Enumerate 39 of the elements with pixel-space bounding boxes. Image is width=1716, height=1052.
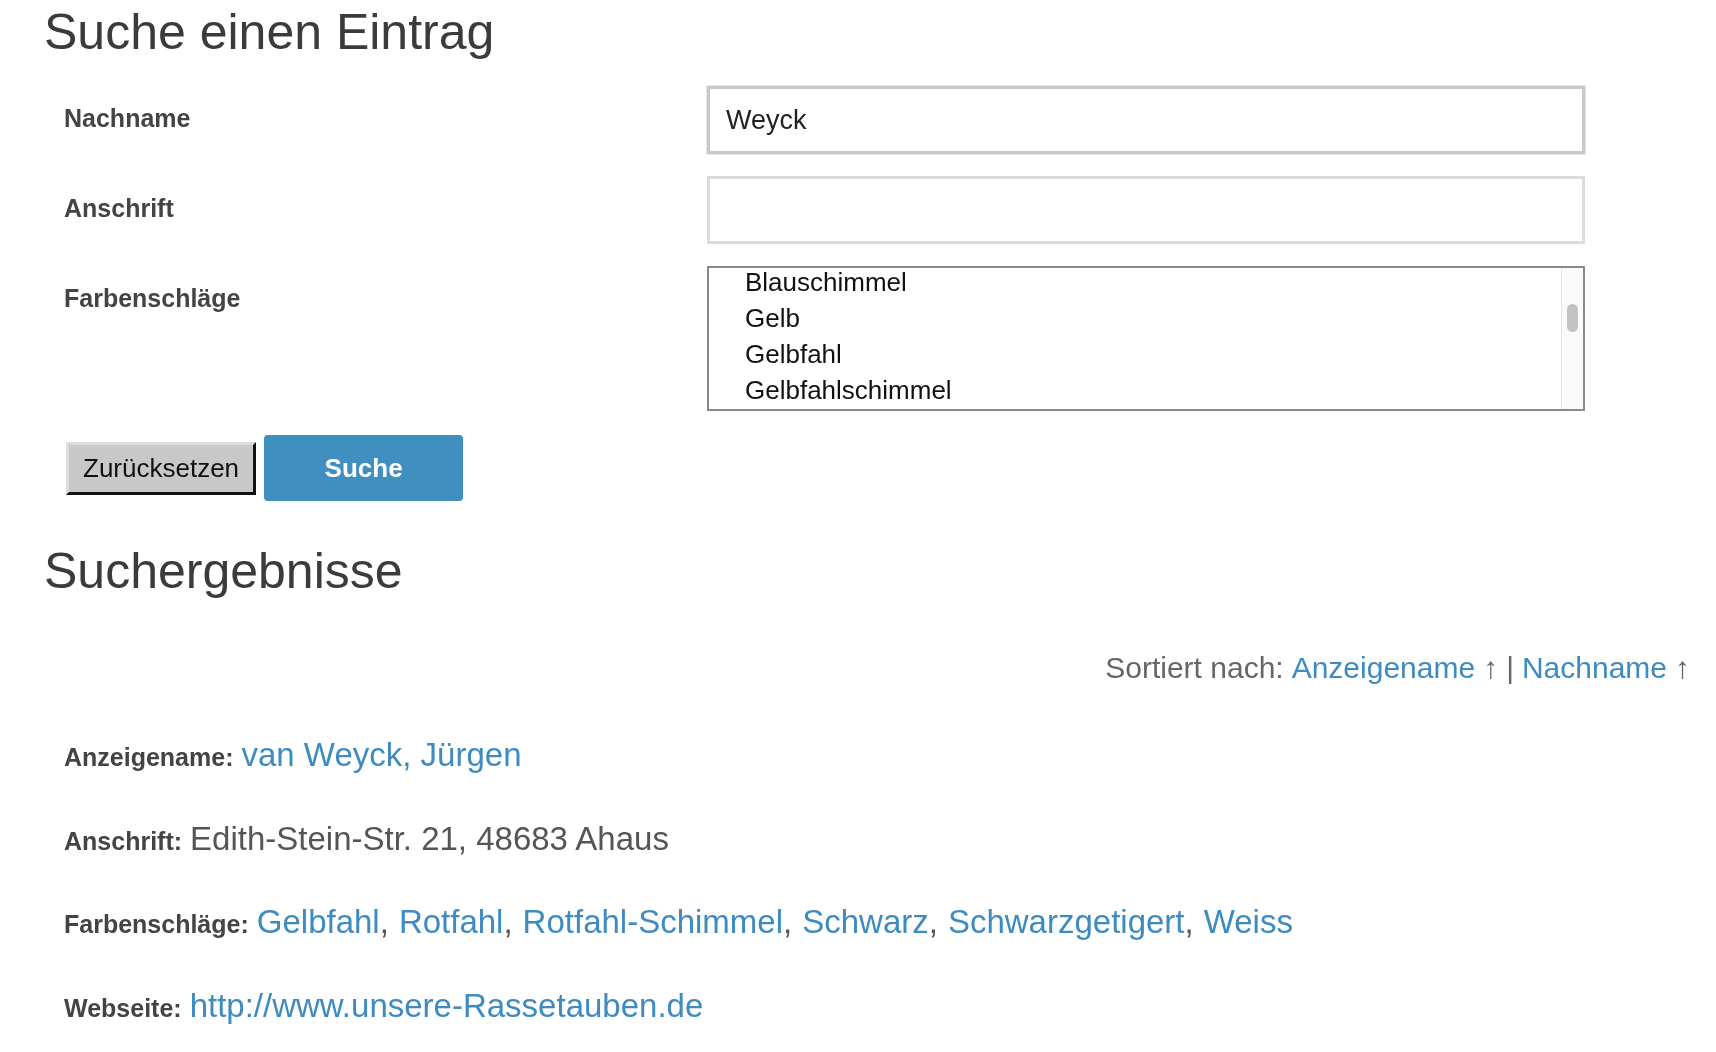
input-field[interactable] [707,176,1585,244]
sort-link[interactable]: Nachname [1521,645,1667,690]
color-link[interactable]: Rotfahl-Schimmel [522,897,784,947]
comma: , [783,902,793,942]
field-label: Anschrift [63,193,175,224]
color-link[interactable]: Schwarzgetigert [947,897,1185,947]
comma: , [379,902,389,942]
section-title: Suchergebnisse [44,542,404,601]
scrollbar-thumb[interactable] [1567,304,1578,332]
color-link[interactable]: Weiss [1203,897,1293,947]
result-label: Farbenschläge: [64,909,249,940]
field-label: Nachname [63,103,192,134]
comma: , [1184,902,1194,942]
input-field[interactable]: Weyck [707,86,1585,154]
separator: | [1506,650,1514,686]
color-link[interactable]: Schwarz [802,897,929,947]
color-link[interactable]: Rotfahl [398,897,504,947]
search-button[interactable]: Suche [264,435,464,501]
listbox-option[interactable]: Blauschimmel [745,268,1561,300]
result-link[interactable]: van Weyck, Jürgen [241,730,522,780]
field-label: Farbenschläge [63,283,242,314]
comma: , [503,902,513,942]
result-label: Anzeigename: [64,742,234,773]
listbox-option[interactable]: Gelb [745,300,1561,336]
listbox-option[interactable]: Gelbfahlschimmel [745,372,1561,408]
sort-arrow-icon: ↑ [1483,645,1499,690]
sort-label: Sortiert nach: [1105,650,1284,686]
page-title: Suche einen Eintrag [44,3,496,62]
listbox-option[interactable]: Gelbfahl [745,336,1561,372]
color-link[interactable]: Gelbfahl [256,897,380,947]
result-label: Webseite: [64,992,182,1024]
reset-button[interactable]: Zurücksetzen [66,441,257,495]
result-label: Anschrift: [64,825,183,857]
listbox[interactable]: Blauschimmel Gelb Gelbfahl Gelbfahlschimmel [707,266,1585,411]
result-link[interactable]: http://www.unsere-Rassetauben.de [189,980,704,1030]
sort-link[interactable]: Anzeigename [1291,645,1476,690]
comma: , [928,902,938,942]
result-value: Edith-Stein-Str. 21, 48683 Ahaus [190,818,669,859]
sort-arrow-icon: ↑ [1675,645,1690,690]
